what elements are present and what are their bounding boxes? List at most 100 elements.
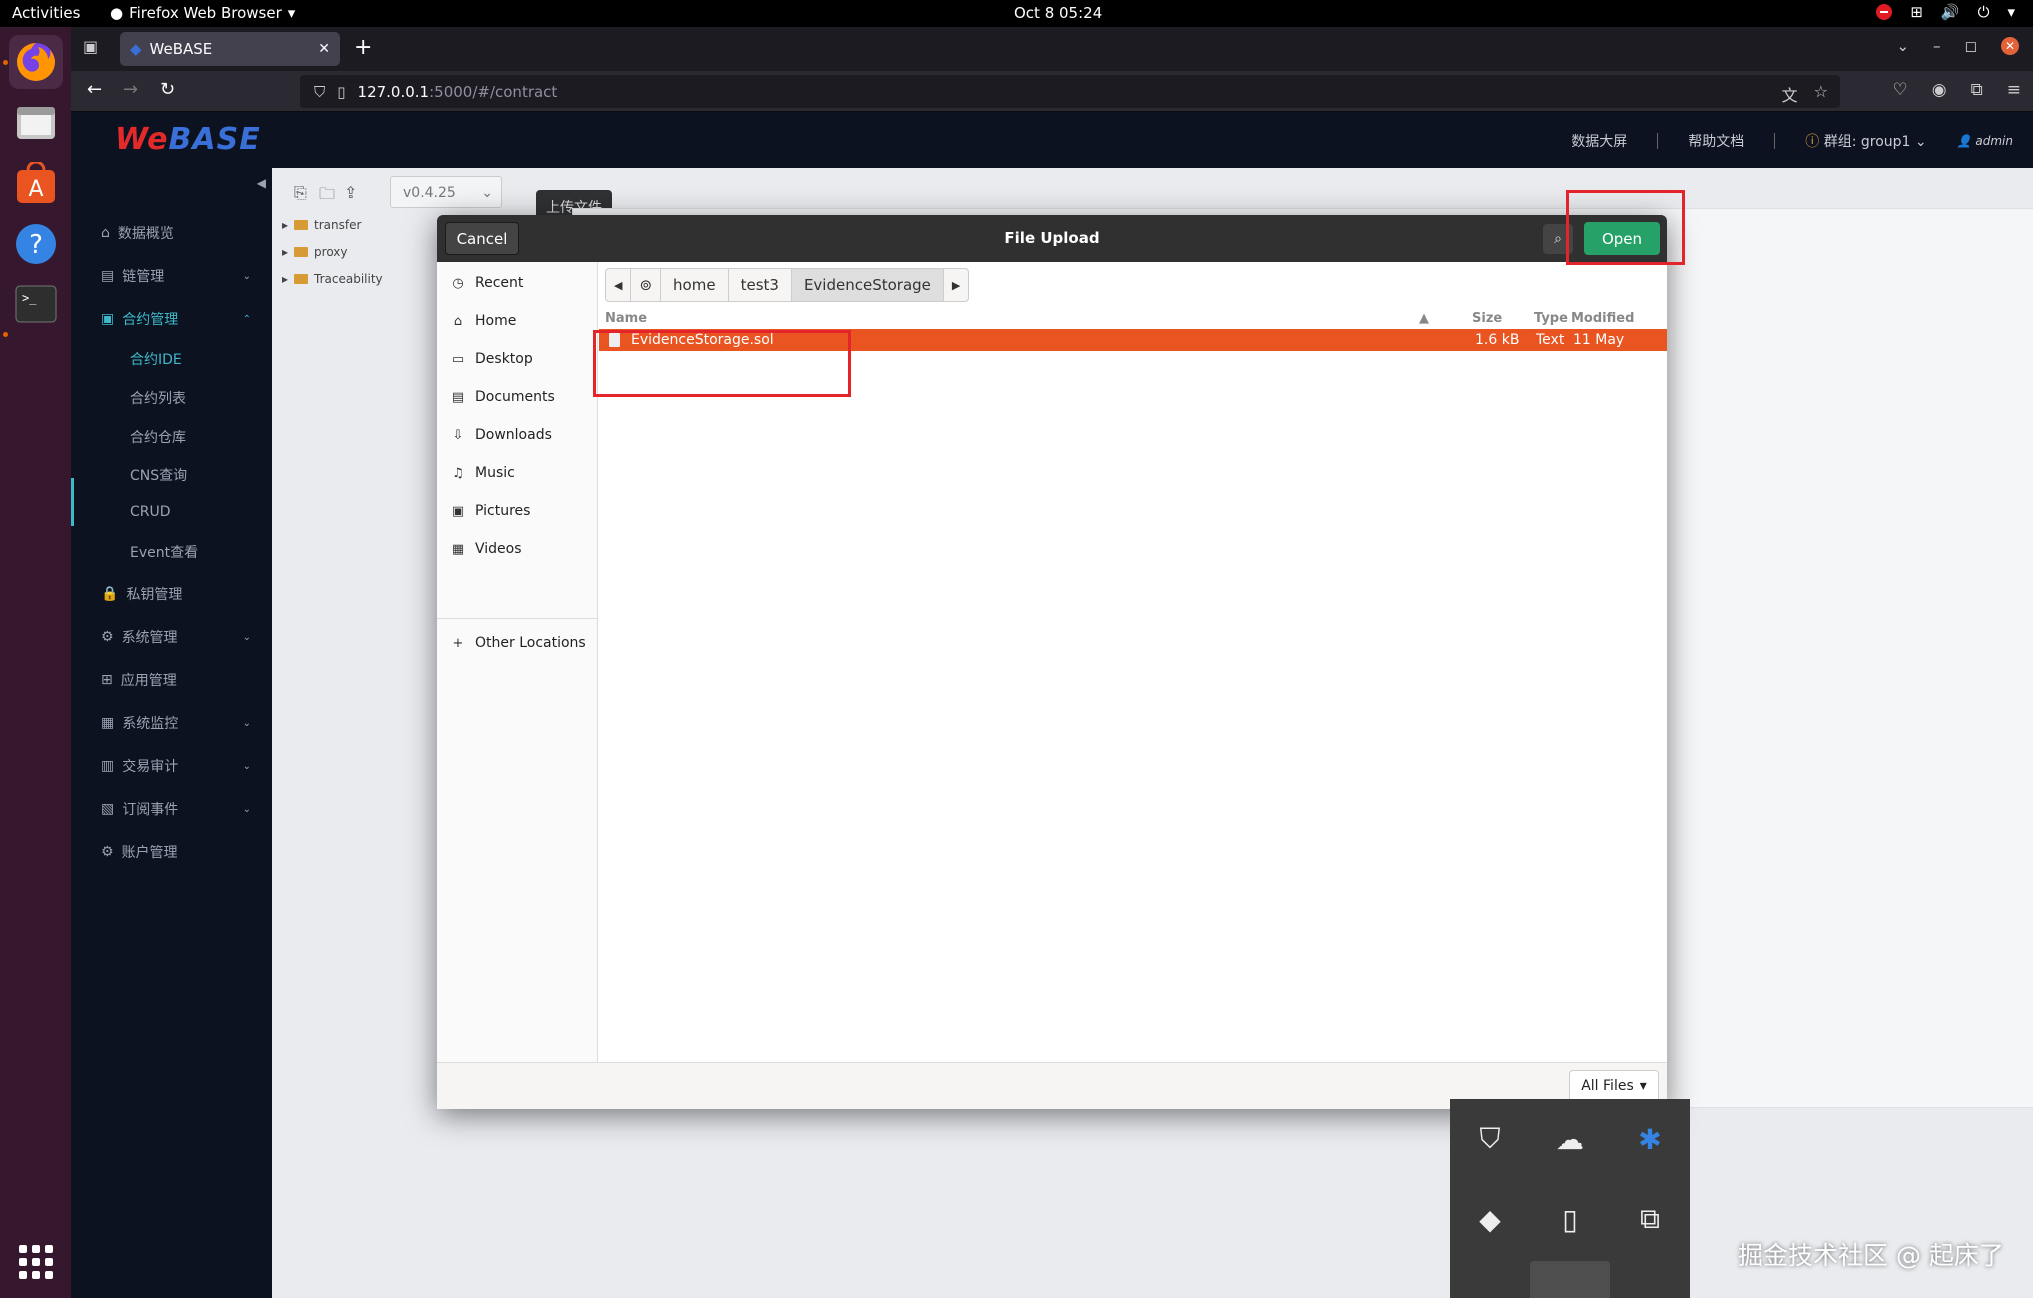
- clock[interactable]: Oct 8 05:24: [1014, 4, 1102, 22]
- compiler-version-select[interactable]: v0.4.25 ⌄: [390, 176, 502, 208]
- pocket-icon[interactable]: ♡: [1893, 80, 1908, 100]
- sidebar-item-chain[interactable]: ▤ 链管理 ⌄: [101, 266, 251, 286]
- user-menu[interactable]: 👤 admin: [1957, 134, 2013, 148]
- menu-icon[interactable]: ≡: [2007, 80, 2021, 100]
- place-videos[interactable]: ▦ Videos: [450, 541, 522, 557]
- show-apps-icon[interactable]: [19, 1245, 53, 1279]
- chevron-up-icon: ⌃: [242, 313, 251, 325]
- close-tab-icon[interactable]: ✕: [318, 41, 330, 57]
- minimize-button[interactable]: –: [1933, 37, 1941, 55]
- dialog-title: File Upload: [1004, 229, 1100, 247]
- files-icon[interactable]: [9, 95, 63, 149]
- translate-icon[interactable]: 文: [1782, 82, 1798, 106]
- column-modified[interactable]: Modified: [1571, 311, 1634, 326]
- sidebar-item-events[interactable]: ▧ 订阅事件 ⌄: [101, 799, 251, 819]
- tray-tab[interactable]: [1530, 1261, 1610, 1298]
- network-icon[interactable]: ⊞: [1910, 3, 1923, 21]
- sidebar-item-private-key[interactable]: 🔒 私钥管理: [101, 584, 251, 604]
- active-indicator: [71, 478, 74, 526]
- new-tab-button[interactable]: +: [354, 35, 372, 60]
- place-other-locations[interactable]: + Other Locations: [450, 635, 586, 651]
- sidebar-item-overview[interactable]: ⌂ 数据概览: [101, 223, 251, 243]
- tree-folder-transfer[interactable]: ▸ transfer: [282, 218, 361, 232]
- sidebar-sub-event[interactable]: Event查看: [130, 542, 198, 562]
- path-segment-home[interactable]: home: [661, 269, 729, 301]
- screen-share-icon[interactable]: ⧉: [1630, 1199, 1670, 1239]
- page-icon[interactable]: ▯: [337, 83, 345, 101]
- column-type[interactable]: Type: [1534, 311, 1568, 326]
- new-folder-icon[interactable]: 🗀: [319, 183, 335, 210]
- file-type: Text: [1536, 332, 1565, 348]
- tree-folder-proxy[interactable]: ▸ proxy: [282, 245, 348, 259]
- shield-icon[interactable]: ⛉: [314, 83, 325, 101]
- caret-down-icon[interactable]: ▾: [2007, 3, 2015, 21]
- usb-drive-icon[interactable]: ▯: [1550, 1199, 1590, 1239]
- sidebar-item-monitor[interactable]: ▦ 系统监控 ⌄: [101, 713, 251, 733]
- url-bar[interactable]: ⛉ ▯ 127.0.0.1:5000/#/contract 文 ☆: [300, 75, 1840, 108]
- file-type-filter[interactable]: All Files ▾: [1569, 1070, 1659, 1102]
- contract-icon: ▣: [101, 311, 115, 327]
- app-menu[interactable]: ● Firefox Web Browser ▾: [110, 4, 295, 22]
- place-desktop[interactable]: ▭ Desktop: [450, 351, 533, 367]
- music-icon: ♫: [452, 465, 464, 481]
- sidebar-item-account[interactable]: ⚙ 账户管理: [101, 842, 251, 862]
- forward-button[interactable]: →: [123, 79, 138, 100]
- activities-button[interactable]: Activities: [12, 4, 80, 22]
- do-not-disturb-icon[interactable]: [1876, 4, 1893, 20]
- place-documents[interactable]: ▤ Documents: [450, 389, 555, 405]
- shield-warning-icon[interactable]: ⛉: [1470, 1119, 1510, 1159]
- tree-folder-traceability[interactable]: ▸ Traceability: [282, 272, 383, 286]
- path-back-arrow[interactable]: ◀: [606, 269, 632, 301]
- sidebar-sub-ide[interactable]: 合约IDE: [130, 349, 182, 369]
- sidebar-item-apps[interactable]: ⊞ 应用管理: [101, 670, 251, 690]
- sidebar-sub-contract-list[interactable]: 合约列表: [130, 388, 186, 408]
- ide-toolbar: ⎘ 🗀 ⇪ v0.4.25 ⌄: [272, 168, 512, 218]
- collapse-sidebar-icon[interactable]: ◀: [257, 176, 266, 190]
- sidebar-sub-cns[interactable]: CNS查询: [130, 465, 187, 485]
- webase-logo[interactable]: WeBASE: [115, 122, 261, 157]
- sidebar-item-audit[interactable]: ▥ 交易审计 ⌄: [101, 756, 251, 776]
- tab-list-icon[interactable]: ▣: [83, 37, 98, 56]
- place-home[interactable]: ⌂ Home: [450, 313, 516, 329]
- path-forward-arrow[interactable]: ▶: [944, 269, 968, 301]
- terminal-icon[interactable]: >_: [9, 277, 63, 331]
- new-file-icon[interactable]: ⎘: [294, 183, 307, 203]
- path-root-drive-icon[interactable]: ⊚: [631, 269, 662, 301]
- tab-webase[interactable]: ◆ WeBASE ✕: [120, 32, 340, 66]
- close-window-button[interactable]: ✕: [2001, 37, 2019, 55]
- sidebar-sub-crud[interactable]: CRUD: [130, 504, 171, 520]
- bookmark-star-icon[interactable]: ☆: [1814, 82, 1828, 106]
- cloud-off-icon[interactable]: ☁: [1550, 1119, 1590, 1159]
- reload-button[interactable]: ↻: [160, 79, 175, 100]
- chevron-down-icon[interactable]: ⌄: [1896, 37, 1909, 55]
- bluetooth-icon[interactable]: ✱: [1630, 1119, 1670, 1159]
- account-icon[interactable]: ◉: [1932, 80, 1947, 100]
- path-segment-current[interactable]: EvidenceStorage: [791, 269, 944, 301]
- upload-file-icon[interactable]: ⇪: [344, 183, 357, 202]
- column-size[interactable]: Size: [1472, 311, 1502, 326]
- header-link-help[interactable]: 帮助文档: [1688, 131, 1744, 151]
- help-icon[interactable]: ?: [9, 217, 63, 271]
- place-pictures[interactable]: ▣ Pictures: [450, 503, 531, 519]
- webase-favicon-icon: ◆: [130, 40, 142, 58]
- watermark: 掘金技术社区 @ 起床了: [1738, 1241, 2004, 1270]
- volume-icon[interactable]: 🔊: [1941, 3, 1960, 21]
- maximize-button[interactable]: ◻: [1965, 37, 1977, 55]
- diamond-icon[interactable]: ◆: [1470, 1199, 1510, 1239]
- sidebar-item-system[interactable]: ⚙ 系统管理 ⌄: [101, 627, 251, 647]
- path-segment-test3[interactable]: test3: [729, 269, 792, 301]
- place-music[interactable]: ♫ Music: [450, 465, 515, 481]
- power-icon[interactable]: ⏻: [1978, 3, 1990, 21]
- place-recent[interactable]: ◷ Recent: [450, 275, 523, 291]
- software-store-icon[interactable]: A: [9, 157, 63, 211]
- sidebar-sub-contract-repo[interactable]: 合约仓库: [130, 427, 186, 447]
- firefox-icon[interactable]: [9, 35, 63, 89]
- extensions-icon[interactable]: ⧉: [1971, 80, 1983, 100]
- sidebar-item-contract[interactable]: ▣ 合约管理 ⌃: [101, 309, 251, 329]
- column-name[interactable]: Name: [605, 311, 647, 326]
- system-tray[interactable]: ⊞ 🔊 ⏻ ▾: [1876, 3, 2015, 21]
- back-button[interactable]: ←: [87, 79, 102, 100]
- header-link-dashboard[interactable]: 数据大屏: [1571, 131, 1627, 151]
- group-selector[interactable]: ⓘ 群组: group1 ⌄: [1805, 131, 1926, 151]
- place-downloads[interactable]: ⇩ Downloads: [450, 427, 552, 443]
